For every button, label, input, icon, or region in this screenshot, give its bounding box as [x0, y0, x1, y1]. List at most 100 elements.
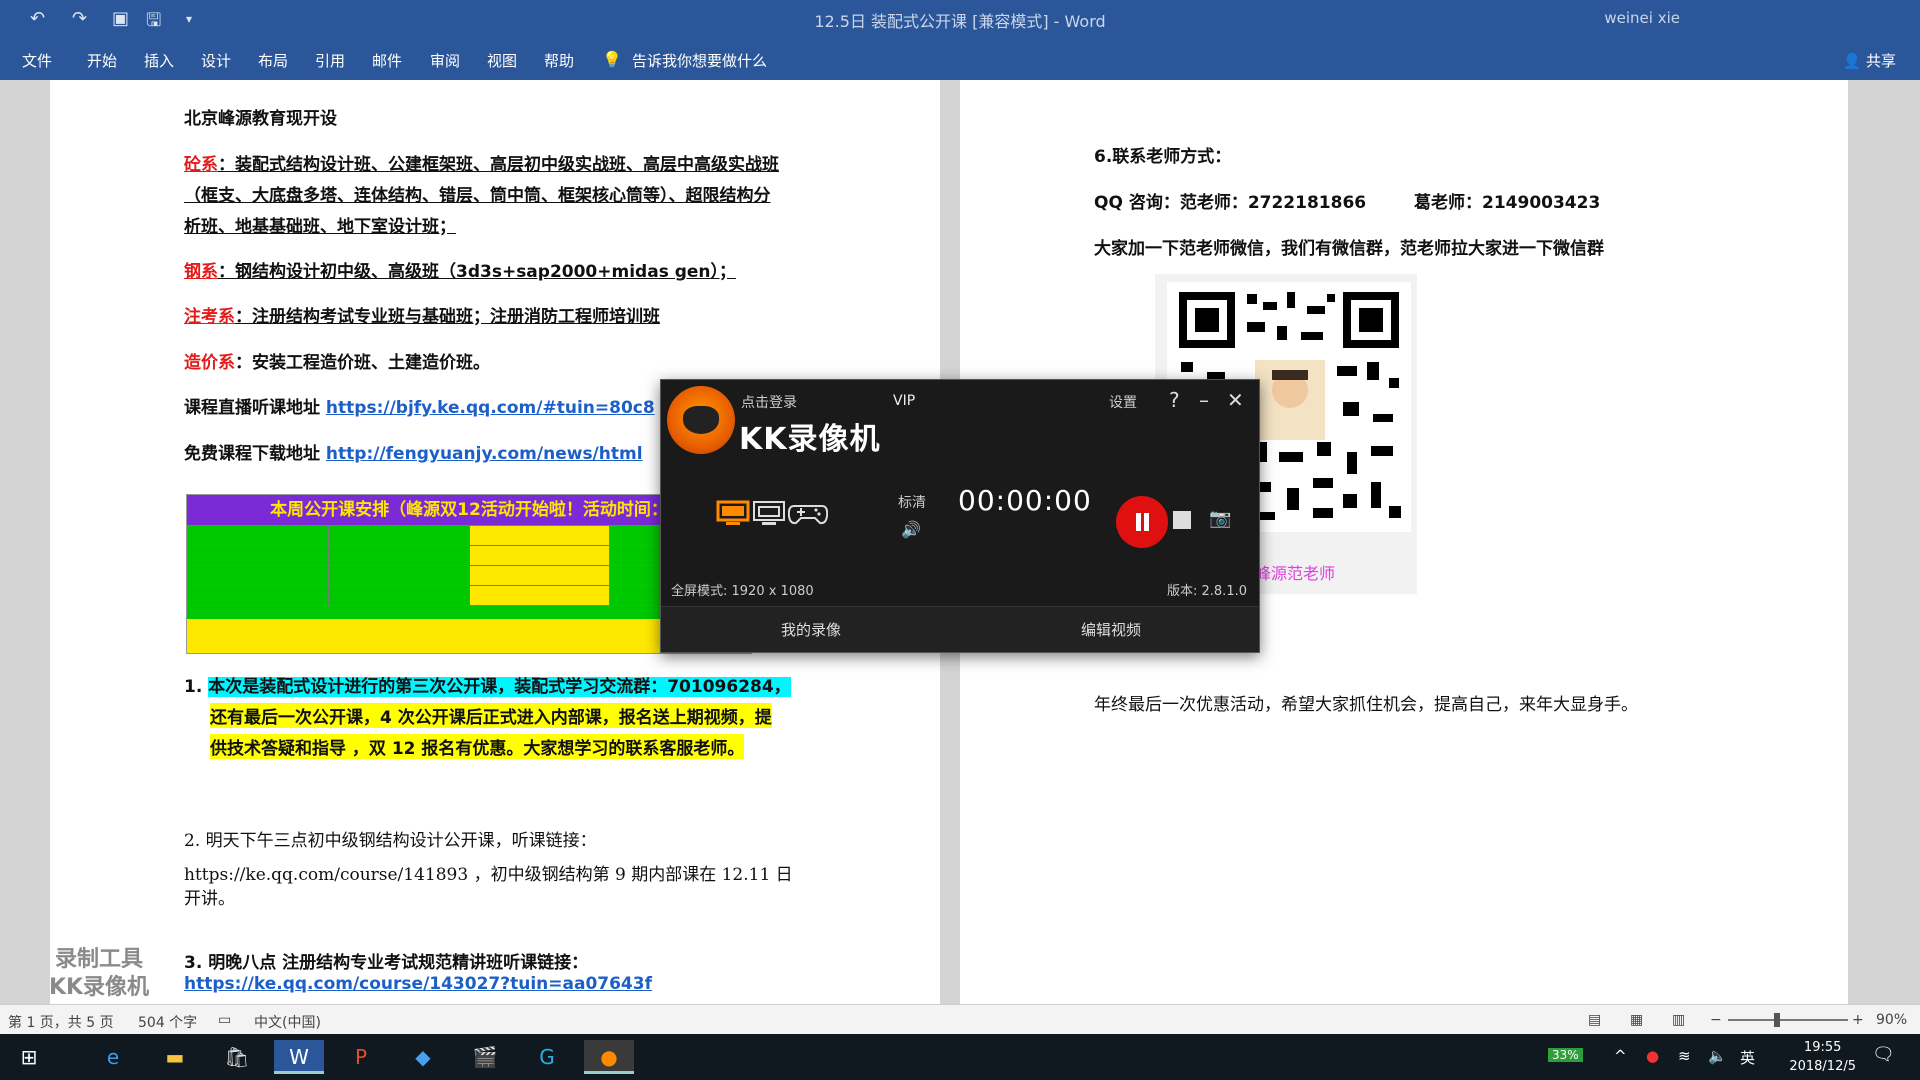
- edge-browser-icon[interactable]: e: [88, 1040, 138, 1074]
- tab-layout[interactable]: 布局: [258, 50, 288, 71]
- tab-home[interactable]: 开始: [87, 50, 117, 71]
- word-count[interactable]: 504 个字: [138, 1012, 197, 1032]
- zoom-slider[interactable]: [1728, 1019, 1848, 1021]
- live-url-link[interactable]: https://bjfy.ke.qq.com/#tuin=80c8: [326, 398, 655, 418]
- live-line: 课程直播听课地址 https://bjfy.ke.qq.com/#tuin=80…: [184, 393, 655, 418]
- watermark-line-1: 录制工具: [54, 947, 143, 972]
- share-button[interactable]: 👤 共享: [1843, 50, 1896, 71]
- battery-indicator[interactable]: 33%: [1548, 1048, 1583, 1062]
- kk-bottom-bar: 我的录像 编辑视频: [661, 606, 1259, 652]
- exam-text: ：注册结构考试专业班与基础班；注册消防工程师培训班: [235, 307, 660, 327]
- proofing-icon[interactable]: ▭: [218, 1012, 231, 1028]
- screenshot-camera-icon[interactable]: 📷: [1209, 508, 1231, 529]
- zoom-level[interactable]: 90%: [1876, 1012, 1907, 1028]
- item1-line-a: 1. 本次是装配式设计进行的第三次公开课，装配式学习交流群：701096284，: [184, 672, 791, 697]
- lightbulb-icon: 💡: [602, 50, 622, 69]
- cost-text: ：安装工程造价班、土建造价班。: [235, 353, 490, 373]
- web-layout-icon[interactable]: ▥: [1672, 1012, 1685, 1028]
- game-mode-icon[interactable]: [788, 500, 828, 526]
- minimize-icon[interactable]: –: [1199, 388, 1209, 412]
- notification-center-icon[interactable]: 🗨: [1872, 1044, 1895, 1065]
- tab-design[interactable]: 设计: [201, 50, 231, 71]
- record-timer: 00:00:00: [958, 484, 1092, 517]
- login-link[interactable]: 点击登录: [741, 392, 797, 412]
- download-label: 免费课程下载地址: [184, 444, 320, 464]
- download-url-link[interactable]: http://fengyuanjy.com/news/html: [326, 444, 643, 464]
- settings-button[interactable]: 设置: [1109, 392, 1137, 412]
- item3-title: 3. 明晚八点 注册结构专业考试规范精讲班听课链接：: [184, 953, 589, 973]
- tab-view[interactable]: 视图: [487, 50, 517, 71]
- item2-text-b: 开讲。: [184, 889, 235, 909]
- concrete-text-1: ：装配式结构设计班、公建框架班、高层初中级实战班、高层中高级实战班: [218, 155, 779, 175]
- qr-caption: 峰源范老师: [1255, 564, 1336, 583]
- quality-selector[interactable]: 标清: [898, 492, 926, 512]
- recorder-watermark: 录制工具 KK录像机: [34, 946, 164, 1002]
- film-app-icon[interactable]: 🎬: [460, 1040, 510, 1074]
- concrete-label: 砼系: [184, 155, 218, 175]
- steel-text: ：钢结构设计初中级、高级班（3d3s+sap2000+midas gen）；: [218, 262, 737, 282]
- cost-label: 造价系: [184, 353, 235, 373]
- tab-review[interactable]: 审阅: [430, 50, 460, 71]
- record-pause-button[interactable]: [1116, 496, 1168, 548]
- ribbon-tabs: 文件 开始 插入 设计 布局 引用 邮件 审阅 视图 帮助 💡 告诉我你想要做什…: [0, 38, 1920, 80]
- item1-number: 1.: [184, 677, 203, 697]
- store-icon[interactable]: 🛍: [212, 1040, 262, 1074]
- item2-title: 2. 明天下午三点初中级钢结构设计公开课，听课链接：: [184, 831, 597, 851]
- app-diamond-icon[interactable]: ◆: [398, 1040, 448, 1074]
- final-note: 年终最后一次优惠活动，希望大家抓住机会，提高自己，来年大显身手。: [1094, 695, 1638, 715]
- steel-label: 钢系: [184, 262, 218, 282]
- wifi-icon[interactable]: ≋: [1678, 1047, 1691, 1065]
- kk-info-bar: 全屏模式: 1920 x 1080 版本: 2.8.1.0: [661, 574, 1259, 602]
- cortana-app-icon[interactable]: G: [522, 1040, 572, 1074]
- intro-text: 北京峰源教育现开设: [184, 109, 337, 129]
- show-hidden-icons-icon[interactable]: ^: [1614, 1047, 1627, 1065]
- exam-line: 注考系：注册结构考试专业班与基础班；注册消防工程师培训班: [184, 302, 660, 327]
- read-mode-icon[interactable]: ▤: [1588, 1012, 1601, 1028]
- zoom-slider-thumb[interactable]: [1774, 1013, 1780, 1027]
- contact-title: 6.联系老师方式：: [1094, 147, 1232, 167]
- status-bar: 第 1 页，共 5 页 504 个字 ▭ 中文(中国) ▤ ▦ ▥ − + 90…: [0, 1004, 1920, 1034]
- file-explorer-icon[interactable]: ▬: [150, 1040, 200, 1074]
- tell-me-search[interactable]: 告诉我你想要做什么: [632, 50, 767, 71]
- system-clock[interactable]: 19:55 2018/12/5: [1789, 1038, 1856, 1076]
- speaker-icon[interactable]: 🔈: [1708, 1047, 1727, 1065]
- qq-line-b: 葛老师：2149003423: [1414, 193, 1601, 213]
- concrete-text-3: 析班、地基基础班、地下室设计班；: [184, 217, 456, 237]
- tab-help[interactable]: 帮助: [544, 50, 574, 71]
- page-count[interactable]: 第 1 页，共 5 页: [8, 1012, 114, 1032]
- tab-references[interactable]: 引用: [315, 50, 345, 71]
- ime-indicator[interactable]: 英: [1740, 1047, 1755, 1068]
- help-icon[interactable]: ?: [1169, 388, 1180, 412]
- item3-url-link[interactable]: https://ke.qq.com/course/143027?tuin=aa0…: [184, 974, 652, 994]
- volume-icon[interactable]: 🔊: [901, 520, 921, 539]
- fullscreen-mode-resolution: 全屏模式: 1920 x 1080: [671, 584, 814, 599]
- watermark-line-2: KK录像机: [48, 975, 150, 1000]
- security-tray-icon[interactable]: ●: [1646, 1047, 1659, 1065]
- region-mode-icon[interactable]: [752, 500, 786, 526]
- kk-logo-icon: [667, 386, 735, 454]
- clock-time: 19:55: [1803, 1040, 1842, 1055]
- version-label: 版本: 2.8.1.0: [1167, 584, 1247, 599]
- zoom-in-icon[interactable]: +: [1852, 1012, 1864, 1028]
- fullscreen-mode-icon[interactable]: [716, 500, 750, 526]
- windows-start-icon[interactable]: ⊞: [4, 1040, 54, 1074]
- vip-badge[interactable]: VIP: [893, 393, 915, 409]
- powerpoint-app-icon[interactable]: P: [336, 1040, 386, 1074]
- edit-video-button[interactable]: 编辑视频: [961, 619, 1261, 640]
- kk-recorder-taskbar-icon[interactable]: ●: [584, 1040, 634, 1074]
- language-indicator[interactable]: 中文(中国): [254, 1012, 321, 1032]
- my-recordings-button[interactable]: 我的录像: [661, 619, 961, 640]
- print-layout-icon[interactable]: ▦: [1630, 1012, 1643, 1028]
- tab-mailings[interactable]: 邮件: [372, 50, 402, 71]
- tab-file[interactable]: 文件: [22, 50, 52, 71]
- stop-button[interactable]: [1173, 511, 1191, 529]
- share-label: 共享: [1865, 52, 1896, 70]
- kk-recorder-window[interactable]: 点击登录 KK录像机 VIP 设置 ? – ✕ 标清 🔊 00:00:00 📷 …: [660, 379, 1260, 653]
- item1-text-c: 供技术答疑和指导 ，双 12 报名有优惠。大家想学习的联系客服老师。: [210, 734, 745, 759]
- kk-brand-title: KK录像机: [739, 422, 881, 457]
- close-icon[interactable]: ✕: [1227, 388, 1244, 412]
- user-name[interactable]: weinei xie: [1604, 9, 1680, 27]
- word-app-icon[interactable]: W: [274, 1040, 324, 1074]
- zoom-out-icon[interactable]: −: [1710, 1012, 1722, 1028]
- tab-insert[interactable]: 插入: [144, 50, 174, 71]
